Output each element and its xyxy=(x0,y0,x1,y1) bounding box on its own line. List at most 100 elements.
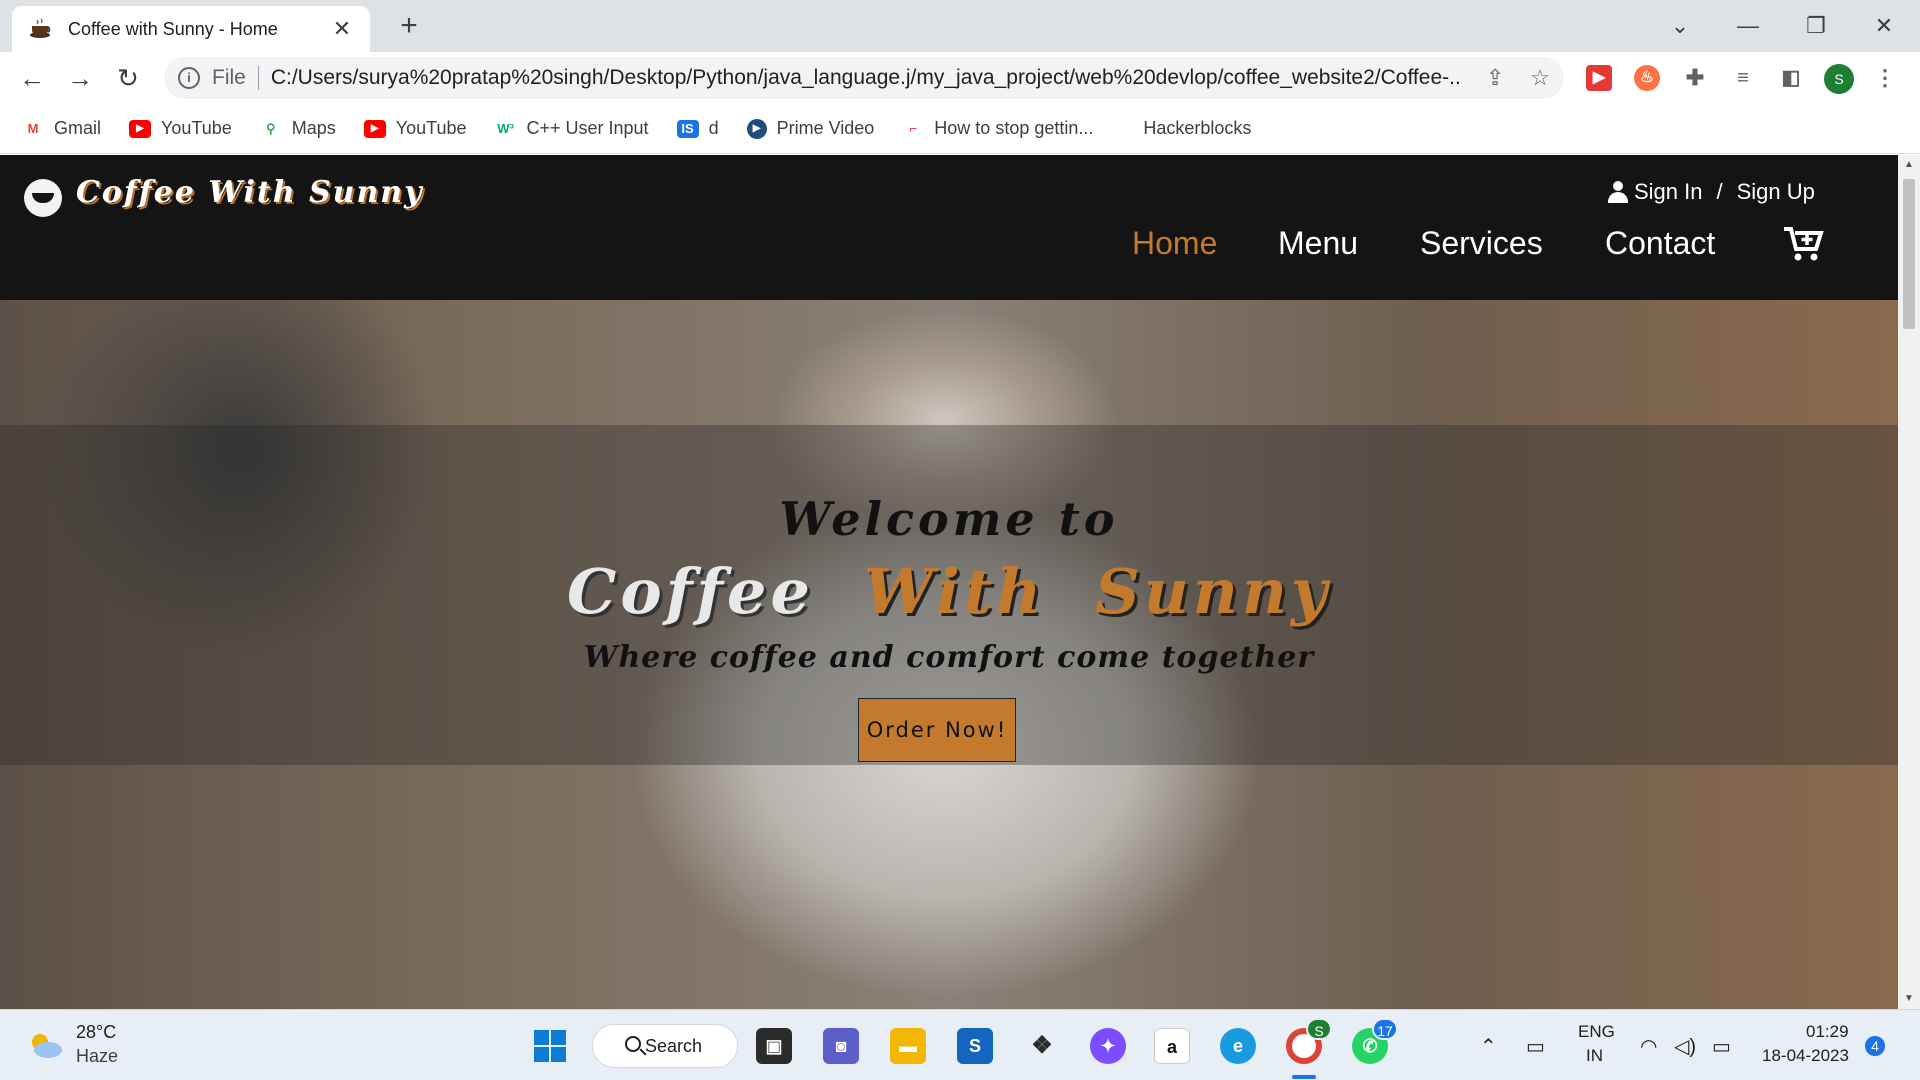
fire-extension-icon[interactable]: ♨ xyxy=(1634,65,1660,91)
edge-browser-icon[interactable]: e xyxy=(1220,1028,1256,1064)
input-language[interactable]: ENG xyxy=(1578,1022,1615,1042)
share-icon[interactable]: ⇪ xyxy=(1486,65,1504,91)
puzzle-extensions-icon[interactable]: ✚ xyxy=(1682,65,1708,91)
scroll-thumb[interactable] xyxy=(1903,179,1915,329)
cart-icon[interactable] xyxy=(1782,225,1824,263)
site-info-icon[interactable]: i xyxy=(178,67,200,89)
bookmark-label: How to stop gettin... xyxy=(934,118,1094,138)
bookmark-label: Gmail xyxy=(54,118,102,138)
bookmark-label: d xyxy=(708,118,719,138)
weather-haze-icon[interactable] xyxy=(26,1030,64,1060)
bookmark-youtube[interactable]: ▶ YouTube xyxy=(129,118,232,139)
address-bar[interactable]: i File C:/Users/surya%20pratap%20singh/D… xyxy=(164,57,1564,99)
tab-search-icon[interactable]: ⌄ xyxy=(1660,8,1700,44)
nav-menu[interactable]: Menu xyxy=(1278,225,1358,262)
bookmark-cpp-user-input[interactable]: W³ C++ User Input xyxy=(495,118,649,139)
task-view-icon[interactable]: ▣ xyxy=(756,1028,792,1064)
bookmarks-bar: M Gmail ▶ YouTube ⚲ Maps ▶ YouTube W³ C+… xyxy=(0,104,1920,154)
url-separator xyxy=(257,66,259,90)
bookmark-label: Prime Video xyxy=(776,118,875,138)
bookmark-gmail[interactable]: M Gmail xyxy=(22,118,101,139)
notification-count-badge[interactable]: 4 xyxy=(1863,1034,1887,1058)
reload-button[interactable]: ↻ xyxy=(110,60,146,96)
bookmark-hackerblocks[interactable]: Hackerblocks xyxy=(1143,118,1251,139)
copilot-icon[interactable]: ✦ xyxy=(1090,1028,1126,1064)
hero-tagline: Where coffee and comfort come together xyxy=(583,640,1315,675)
url-text[interactable]: C:/Users/surya%20pratap%20singh/Desktop/… xyxy=(271,66,1460,90)
battery-icon[interactable]: ▭ xyxy=(1712,1034,1731,1059)
file-explorer-icon[interactable]: ▬ xyxy=(890,1028,926,1064)
windows-start-icon[interactable] xyxy=(532,1028,568,1064)
hero-section: Welcome to Coffee With Sunny Where coffe… xyxy=(0,300,1898,1009)
input-region[interactable]: IN xyxy=(1586,1046,1603,1066)
hero-brand: Coffee With Sunny xyxy=(0,555,1898,628)
bookmark-maps[interactable]: ⚲ Maps xyxy=(260,118,336,139)
minimize-button[interactable]: — xyxy=(1728,8,1768,44)
bookmark-label: Hackerblocks xyxy=(1143,118,1252,138)
bookmark-d[interactable]: IS d xyxy=(676,118,719,139)
show-hidden-icons[interactable]: ⌃ xyxy=(1480,1034,1497,1059)
url-scheme: File xyxy=(212,66,246,89)
is-icon: IS xyxy=(676,119,699,138)
sign-up-link[interactable]: Sign Up xyxy=(1737,179,1815,205)
scroll-down-arrow[interactable]: ▼ xyxy=(1898,989,1920,1009)
clock-time[interactable]: 01:29 xyxy=(1806,1022,1849,1042)
site-navbar: Coffee With Sunny Sign In / Sign Up Home… xyxy=(0,155,1898,300)
brand-word-sunny: Sunny xyxy=(1094,555,1331,628)
bookmark-youtube-2[interactable]: ▶ YouTube xyxy=(363,118,467,139)
chrome-profile-badge: S xyxy=(1306,1018,1332,1040)
windows-taskbar: 28°C Haze Search ▣ ◙ ▬ S ❖ ✦ a e S ✆ 17 … xyxy=(0,1009,1920,1080)
bookmark-how-to-stop[interactable]: ⌐ How to stop gettin... xyxy=(902,118,1094,139)
media-control-icon[interactable]: ≡ xyxy=(1730,65,1756,91)
order-now-button[interactable]: Order Now! xyxy=(858,698,1016,762)
maps-icon: ⚲ xyxy=(265,120,276,136)
video-extension-icon[interactable]: ▶ xyxy=(1586,65,1612,91)
profile-avatar[interactable]: S xyxy=(1824,64,1854,94)
wifi-icon[interactable]: ◠ xyxy=(1640,1034,1657,1059)
side-panel-icon[interactable]: ◧ xyxy=(1778,65,1804,91)
volume-icon[interactable]: ◁) xyxy=(1674,1034,1696,1059)
back-button[interactable]: ← xyxy=(14,60,50,96)
bookmark-star-icon[interactable]: ☆ xyxy=(1530,65,1550,91)
whatsapp-unread-badge: 17 xyxy=(1372,1018,1398,1040)
teams-chat-icon[interactable]: ◙ xyxy=(823,1028,859,1064)
nav-contact[interactable]: Contact xyxy=(1605,225,1715,262)
browser-tab[interactable]: Coffee with Sunny - Home ✕ xyxy=(12,6,370,52)
clock-date[interactable]: 18-04-2023 xyxy=(1762,1046,1849,1066)
nav-home[interactable]: Home xyxy=(1132,225,1217,262)
weather-temp[interactable]: 28°C xyxy=(76,1022,116,1043)
bracket-icon: ⌐ xyxy=(909,120,918,136)
app-s-icon[interactable]: S xyxy=(957,1028,993,1064)
youtube-icon: ▶ xyxy=(129,119,152,138)
auth-links: Sign In / Sign Up xyxy=(1608,179,1829,205)
w3schools-icon: W³ xyxy=(497,120,514,136)
tab-strip: Coffee with Sunny - Home ✕ + ⌄ — ❐ ✕ xyxy=(0,0,1920,52)
new-tab-button[interactable]: + xyxy=(392,10,426,44)
nav-services[interactable]: Services xyxy=(1420,225,1543,262)
restore-button[interactable]: ❐ xyxy=(1796,8,1836,44)
scroll-up-arrow[interactable]: ▲ xyxy=(1898,155,1920,175)
bookmark-label: Maps xyxy=(291,118,336,138)
coffee-logo-icon[interactable] xyxy=(24,179,62,217)
bookmark-label: C++ User Input xyxy=(526,118,649,138)
search-icon xyxy=(625,1036,641,1052)
tablet-mode-icon[interactable]: ▭ xyxy=(1526,1034,1545,1059)
site-logo-text[interactable]: Coffee With Sunny xyxy=(76,175,424,210)
page-scrollbar[interactable]: ▲ ▼ xyxy=(1898,155,1920,1009)
taskbar-search[interactable]: Search xyxy=(592,1024,738,1068)
close-window-button[interactable]: ✕ xyxy=(1864,8,1904,44)
hero-welcome: Welcome to xyxy=(779,492,1119,546)
brand-word-with: With xyxy=(863,555,1046,628)
amazon-icon[interactable]: a xyxy=(1154,1028,1190,1064)
bookmark-label: YouTube xyxy=(161,118,232,138)
bookmark-prime-video[interactable]: ▶ Prime Video xyxy=(746,118,875,139)
page-viewport: Coffee With Sunny Sign In / Sign Up Home… xyxy=(0,155,1898,1009)
brand-word-coffee: Coffee xyxy=(567,555,814,628)
forward-button[interactable]: → xyxy=(62,60,98,96)
kebab-menu-icon[interactable]: ⋮ xyxy=(1872,65,1898,91)
sign-in-link[interactable]: Sign In xyxy=(1634,179,1703,205)
weather-desc[interactable]: Haze xyxy=(76,1046,118,1067)
user-icon xyxy=(1608,181,1628,203)
close-tab-icon[interactable]: ✕ xyxy=(330,16,354,42)
dropbox-icon[interactable]: ❖ xyxy=(1024,1028,1060,1064)
